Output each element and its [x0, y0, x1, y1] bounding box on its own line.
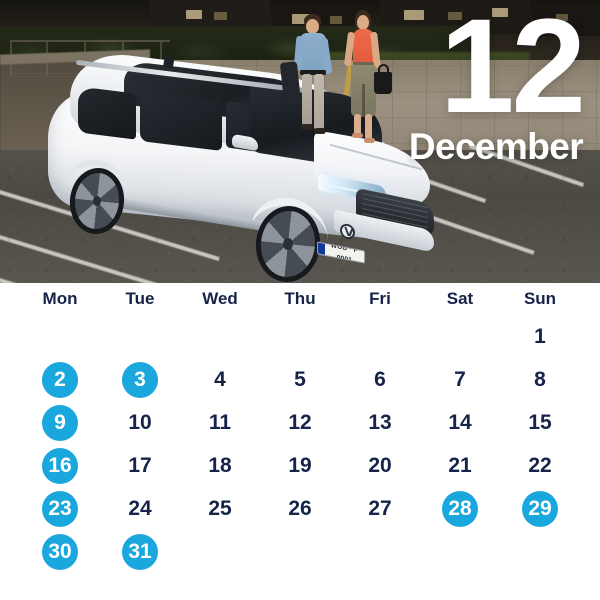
calendar-day[interactable]: 6: [362, 362, 398, 398]
calendar-cell: 29: [500, 487, 580, 530]
calendar-day[interactable]: 20: [362, 448, 398, 484]
calendar-cell: 20: [340, 444, 420, 487]
calendar-day[interactable]: 7: [442, 362, 478, 398]
calendar-cell: 8: [500, 358, 580, 401]
calendar-day[interactable]: 8: [522, 362, 558, 398]
calendar-cell: 13: [340, 401, 420, 444]
hero-month-label: December: [408, 125, 584, 167]
calendar-day-highlighted[interactable]: 29: [522, 490, 558, 527]
calendar-day[interactable]: 12: [282, 405, 318, 441]
calendar-day[interactable]: 22: [522, 448, 558, 484]
calendar-day[interactable]: 11: [202, 405, 238, 441]
calendar-day-highlighted[interactable]: 3: [122, 361, 158, 398]
handbag: [374, 72, 392, 94]
calendar-cell: 18: [180, 444, 260, 487]
calendar-day[interactable]: 21: [442, 448, 478, 484]
calendar-days-grid: 1 2 3 4 5 6 7 8 9 10 11 12 13 14 15 16 17 18 19 20 21 22 23 24 2…: [20, 315, 600, 573]
calendar-cell: 4: [180, 358, 260, 401]
calendar-day-highlighted[interactable]: 31: [122, 533, 158, 570]
calendar-cell: [20, 315, 100, 358]
calendar-day-highlighted[interactable]: 16: [42, 447, 78, 484]
calendar-day[interactable]: 18: [202, 448, 238, 484]
calendar-cell: 3: [100, 358, 180, 401]
calendar-day[interactable]: 13: [362, 405, 398, 441]
calendar-cell: 5: [260, 358, 340, 401]
calendar-cell: 24: [100, 487, 180, 530]
calendar-cell: 2: [20, 358, 100, 401]
calendar-cell: [420, 530, 500, 573]
calendar-cell: 25: [180, 487, 260, 530]
calendar-cell: 7: [420, 358, 500, 401]
calendar-page: WOB · P 9001 12 December Mon Tue Wed Thu…: [0, 0, 600, 600]
person-man: [279, 14, 340, 140]
calendar-cell: [500, 530, 580, 573]
date-overlay: 12 December: [408, 0, 586, 167]
weekday-header-thu: Thu: [284, 289, 316, 308]
calendar-cell: [420, 315, 500, 358]
calendar-cell: 17: [100, 444, 180, 487]
calendar-cell: 16: [20, 444, 100, 487]
calendar-day[interactable]: 10: [122, 405, 158, 441]
calendar-day[interactable]: 26: [282, 491, 318, 527]
calendar-cell: 22: [500, 444, 580, 487]
calendar-cell: 15: [500, 401, 580, 444]
calendar-cell: 19: [260, 444, 340, 487]
calendar-day[interactable]: 4: [202, 362, 238, 398]
calendar-day[interactable]: 5: [282, 362, 318, 398]
calendar-cell: [180, 530, 260, 573]
calendar-day-highlighted[interactable]: 30: [42, 533, 78, 570]
calendar-cell: [260, 315, 340, 358]
weekday-header-wed: Wed: [202, 289, 238, 308]
calendar-cell: [340, 530, 420, 573]
weekday-header-sat: Sat: [446, 289, 474, 308]
hero-photo: WOB · P 9001 12 December: [0, 0, 600, 283]
calendar-cell: [260, 530, 340, 573]
weekday-header-sun: Sun: [523, 289, 557, 308]
calendar-cell: 30: [20, 530, 100, 573]
calendar-day[interactable]: 15: [522, 405, 558, 441]
person-woman: [338, 10, 392, 143]
weekday-header-fri: Fri: [369, 289, 391, 308]
calendar-section: Mon Tue Wed Thu Fri Sat Sun 1 2 3 4 5 6 7 8 9 10 11 12 13 1…: [0, 283, 600, 600]
calendar-day[interactable]: 17: [122, 448, 158, 484]
calendar-day-highlighted[interactable]: 2: [42, 361, 78, 398]
calendar-cell: 1: [500, 315, 580, 358]
calendar-day-highlighted[interactable]: 23: [42, 490, 78, 527]
calendar-cell: 14: [420, 401, 500, 444]
calendar-cell: 9: [20, 401, 100, 444]
calendar-cell: [180, 315, 260, 358]
calendar-day-highlighted[interactable]: 9: [42, 404, 78, 441]
calendar-day[interactable]: 1: [522, 319, 558, 355]
calendar-day[interactable]: 14: [442, 405, 478, 441]
calendar-day[interactable]: 19: [282, 448, 318, 484]
hero-date-number: 12: [439, 0, 586, 141]
calendar-cell: 11: [180, 401, 260, 444]
calendar-cell: 21: [420, 444, 500, 487]
weekday-header-mon: Mon: [42, 289, 78, 308]
calendar-day[interactable]: 27: [362, 491, 398, 527]
calendar-day[interactable]: 24: [122, 491, 158, 527]
calendar-cell: 23: [20, 487, 100, 530]
calendar-cell: 31: [100, 530, 180, 573]
calendar-cell: [100, 315, 180, 358]
calendar-cell: 26: [260, 487, 340, 530]
calendar-cell: 6: [340, 358, 420, 401]
calendar-cell: 10: [100, 401, 180, 444]
calendar-day-highlighted[interactable]: 28: [442, 490, 478, 527]
weekday-header-row: Mon Tue Wed Thu Fri Sat Sun: [20, 283, 600, 315]
calendar-cell: 12: [260, 401, 340, 444]
calendar-cell: 28: [420, 487, 500, 530]
calendar-cell: [340, 315, 420, 358]
calendar-cell: 27: [340, 487, 420, 530]
weekday-header-tue: Tue: [125, 289, 155, 308]
calendar-day[interactable]: 25: [202, 491, 238, 527]
